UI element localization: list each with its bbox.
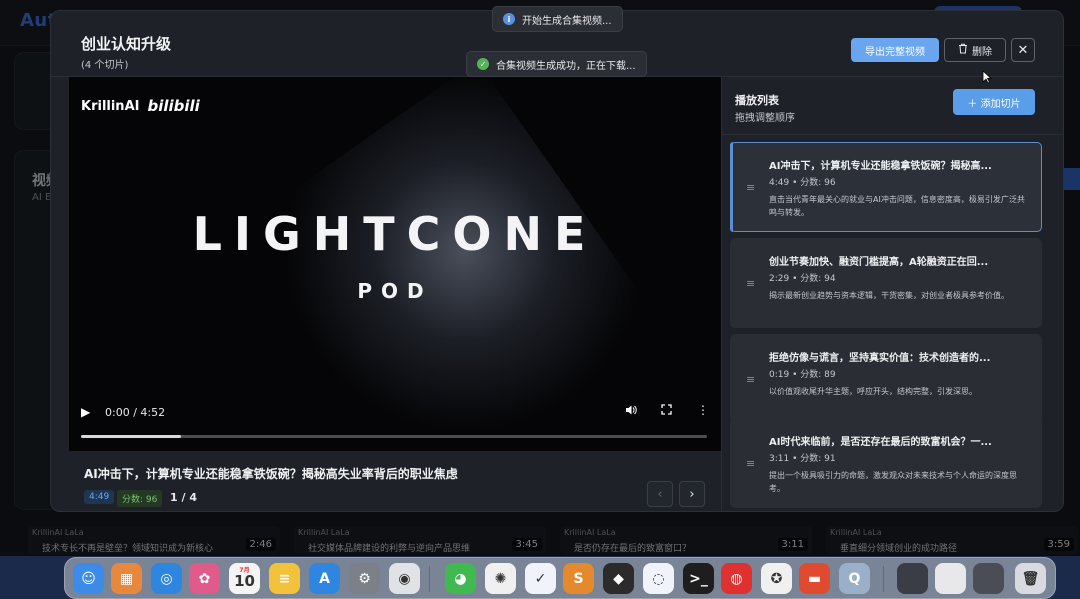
video-frame-subtitle: POD xyxy=(357,279,433,303)
playlist-item-title: AI时代来临前，是否还存在最后的致富机会？一... xyxy=(769,437,992,448)
fullscreen-icon[interactable] xyxy=(661,404,672,418)
drag-handle-icon[interactable]: ≡ xyxy=(746,373,755,386)
wechat-icon[interactable]: ◕ xyxy=(445,563,476,594)
lark-icon[interactable]: ✓ xyxy=(525,563,556,594)
next-clip-button[interactable]: › xyxy=(679,481,705,507)
modal-subtitle: (4 个切片) xyxy=(81,60,129,71)
playlist-subtitle: 拖拽调整顺序 xyxy=(735,113,795,124)
info-toast-text: 开始生成合集视频... xyxy=(522,15,612,27)
window-thumb-icon-3[interactable] xyxy=(973,563,1004,594)
clip-index: 1 / 4 xyxy=(170,491,197,504)
chevron-left-icon: ‹ xyxy=(657,486,663,502)
notes-icon[interactable]: ≡ xyxy=(269,563,300,594)
playlist-item[interactable]: ≡ AI冲击下，计算机专业还能稳拿铁饭碗？揭秘高... 4:49 • 分数: 9… xyxy=(730,142,1042,232)
trash-icon[interactable]: 🗑 xyxy=(1015,563,1046,594)
export-video-button[interactable]: 导出完整视频 xyxy=(851,38,939,62)
playlist-header: 播放列表 拖拽调整顺序 ＋ 添加切片 xyxy=(722,77,1063,135)
qq-icon[interactable]: ✪ xyxy=(761,563,792,594)
photos-icon[interactable]: ✿ xyxy=(189,563,220,594)
delete-label: 删除 xyxy=(972,46,992,58)
playlist-title: 播放列表 xyxy=(735,94,779,107)
delete-button[interactable]: 删除 xyxy=(944,38,1006,62)
macos-dock: ☺ ▦ ◎ ✿ 7月 10 ≡ A ⚙ ◉ ◕ ✺ ✓ S ◆ ◌ >_ ◍ ✪ ▬ Q 🗑 xyxy=(64,557,1056,599)
video-player[interactable]: KrillinAI bilibili LIGHTCONE POD ▶ 0:00 … xyxy=(69,77,721,451)
drag-handle-icon[interactable]: ≡ xyxy=(746,181,755,194)
safari-icon[interactable]: ◎ xyxy=(151,563,182,594)
video-light-beam xyxy=(231,77,667,451)
dock-separator xyxy=(883,566,884,592)
video-watermark: KrillinAI bilibili xyxy=(81,97,200,115)
calendar-day: 10 xyxy=(234,572,255,590)
terminal-icon[interactable]: >_ xyxy=(683,563,714,594)
drag-handle-icon[interactable]: ≡ xyxy=(746,457,755,470)
playlist-item-description: 揭示最新创业趋势与资本逻辑，干货密集，对创业者极具参考价值。 xyxy=(769,291,1009,300)
previous-clip-button[interactable]: ‹ xyxy=(647,481,673,507)
playlist-item-title: 拒绝仿像与谎言，坚持真实价值：技术创造者的... xyxy=(769,353,991,364)
current-clip-title: AI冲击下，计算机专业还能稳拿铁饭碗？揭秘高失业率背后的职业焦虑 xyxy=(84,467,458,481)
video-time: 0:00 / 4:52 xyxy=(105,406,166,419)
package-icon[interactable]: ◆ xyxy=(603,563,634,594)
add-clip-label: 添加切片 xyxy=(980,98,1021,110)
play-icon[interactable]: ▶ xyxy=(81,405,90,419)
video-controls: ▶ 0:00 / 4:52 ⋮ xyxy=(69,399,721,449)
video-progress-fill xyxy=(81,435,182,438)
chatgpt-icon[interactable]: ✺ xyxy=(485,563,516,594)
chrome-icon[interactable]: ◉ xyxy=(389,563,420,594)
launchpad-icon[interactable]: ▦ xyxy=(111,563,142,594)
quicktime-icon[interactable]: Q xyxy=(839,563,870,594)
compilation-modal: 创业认知升级 (4 个切片) 导出完整视频 删除 ✕ KrillinAI bil… xyxy=(50,10,1064,512)
mouse-cursor-icon xyxy=(982,70,993,88)
settings-icon[interactable]: ⚙ xyxy=(349,563,380,594)
duration-badge: 4:49 xyxy=(84,490,115,504)
video-progress-bar[interactable] xyxy=(81,435,707,438)
playlist-item-description: 以价值观收尾升华主题，呼应开头，结构完整，引发深思。 xyxy=(769,387,977,396)
close-icon: ✕ xyxy=(1017,42,1029,57)
playlist-item-title: 创业节奏加快、融资门槛提高，A轮融资正在回... xyxy=(769,257,989,268)
chat-bubble-icon[interactable]: ◌ xyxy=(643,563,674,594)
trash-icon xyxy=(958,43,968,57)
finder-icon[interactable]: ☺ xyxy=(73,563,104,594)
info-icon: i xyxy=(503,13,515,25)
calendar-icon[interactable]: 7月 10 xyxy=(229,563,260,594)
score-badge: 分数: 96 xyxy=(117,490,163,507)
playlist-item-title: AI冲击下，计算机专业还能稳拿铁饭碗？揭秘高... xyxy=(769,161,992,172)
krillin-logo: KrillinAI xyxy=(81,98,140,114)
playlist-item-meta: 3:11 • 分数: 91 xyxy=(769,454,836,464)
playlist-item-description: 直击当代青年最关心的就业与AI冲击问题，信息密度高，极易引发广泛共鸣与转发。 xyxy=(769,195,1025,217)
sublime-icon[interactable]: S xyxy=(563,563,594,594)
close-button[interactable]: ✕ xyxy=(1011,38,1035,62)
drag-handle-icon[interactable]: ≡ xyxy=(746,277,755,290)
window-thumb-icon-2[interactable] xyxy=(935,563,966,594)
playlist-item-meta: 0:19 • 分数: 89 xyxy=(769,370,836,380)
playlist-item[interactable]: ≡ AI时代来临前，是否还存在最后的致富机会？一... 3:11 • 分数: 9… xyxy=(730,418,1042,508)
success-toast: ✓ 合集视频生成成功，正在下载... xyxy=(466,51,647,77)
more-options-icon[interactable]: ⋮ xyxy=(697,403,709,417)
current-clip-info: AI冲击下，计算机专业还能稳拿铁饭碗？揭秘高失业率背后的职业焦虑 4:49 分数… xyxy=(69,451,721,511)
check-icon: ✓ xyxy=(477,58,489,70)
modal-title: 创业认知升级 xyxy=(81,35,172,53)
playlist-item-description: 提出一个极具吸引力的命题，激发观众对未来技术与个人命运的深度思考。 xyxy=(769,471,1017,493)
slides-icon[interactable]: ▬ xyxy=(799,563,830,594)
app-store-icon[interactable]: A xyxy=(309,563,340,594)
bilibili-logo: bilibili xyxy=(147,97,200,115)
add-clip-button[interactable]: ＋ 添加切片 xyxy=(953,89,1035,115)
info-toast: i 开始生成合集视频... xyxy=(492,6,623,32)
volume-icon[interactable] xyxy=(625,404,637,419)
netease-music-icon[interactable]: ◍ xyxy=(721,563,752,594)
success-toast-text: 合集视频生成成功，正在下载... xyxy=(496,60,636,72)
playlist-item-meta: 2:29 • 分数: 94 xyxy=(769,274,836,284)
plus-icon: ＋ xyxy=(967,98,981,110)
playlist-item[interactable]: ≡ 创业节奏加快、融资门槛提高，A轮融资正在回... 2:29 • 分数: 94… xyxy=(730,238,1042,328)
playlist-item-meta: 4:49 • 分数: 96 xyxy=(769,178,836,188)
chevron-right-icon: › xyxy=(689,486,695,502)
video-frame-title: LIGHTCONE xyxy=(192,207,598,261)
playlist-item[interactable]: ≡ 拒绝仿像与谎言，坚持真实价值：技术创造者的... 0:19 • 分数: 89… xyxy=(730,334,1042,424)
playlist-panel: 播放列表 拖拽调整顺序 ＋ 添加切片 ≡ AI冲击下，计算机专业还能稳拿铁饭碗？… xyxy=(721,77,1063,511)
dock-separator xyxy=(429,566,430,592)
window-thumb-icon[interactable] xyxy=(897,563,928,594)
